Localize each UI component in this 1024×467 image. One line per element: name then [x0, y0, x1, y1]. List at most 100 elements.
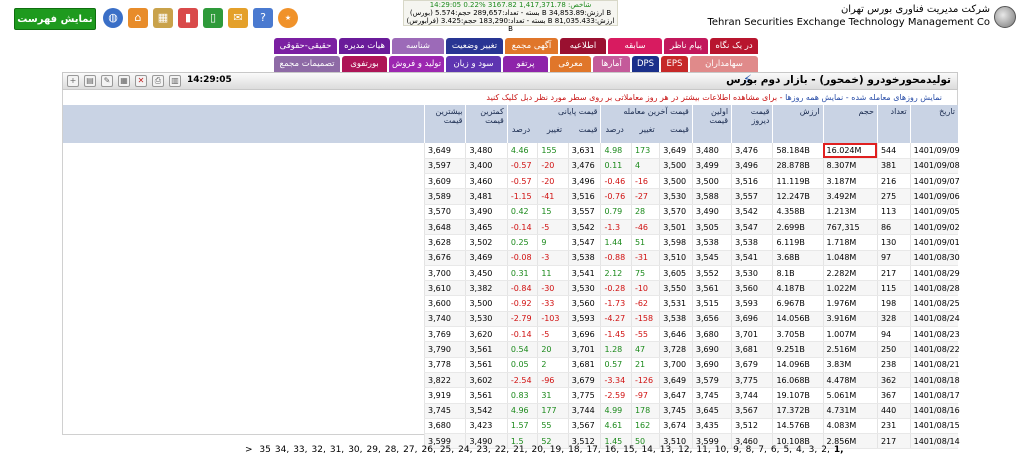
pager-page[interactable]: 14, — [641, 445, 655, 455]
excel-icon[interactable]: ▦ — [118, 75, 130, 87]
pager-page[interactable]: 5, — [783, 445, 792, 455]
table-row[interactable]: 1401/09/09 544 16.024M 58.184B 3,476 3,480 3,6… — [423, 143, 960, 159]
pager-page[interactable]: 12, — [678, 445, 692, 455]
pager-page[interactable]: 13, — [660, 445, 674, 455]
pager-page[interactable]: 1, — [834, 445, 844, 455]
col-max[interactable]: بیشترین قیمت — [423, 105, 466, 143]
pager-page[interactable]: 4, — [796, 445, 805, 455]
tab-announcement[interactable]: اطلاعیه — [560, 38, 606, 54]
pager-page[interactable]: 29, — [367, 445, 381, 455]
pager-page[interactable]: 28, — [385, 445, 399, 455]
pager-page[interactable]: 15, — [623, 445, 637, 455]
col-count[interactable]: تعداد — [876, 105, 911, 143]
new-badge-icon[interactable]: ★ — [278, 8, 298, 28]
home-icon[interactable]: ⌂ — [128, 8, 148, 28]
pager-page[interactable]: 26, — [422, 445, 436, 455]
col-volume[interactable]: حجم — [822, 105, 878, 143]
print-icon[interactable]: ⎙ — [152, 75, 164, 87]
table-row[interactable]: 1401/08/24 328 3.916M 14.056B 3,696 3,656 3,53… — [423, 311, 960, 328]
add-icon[interactable]: + — [67, 75, 79, 87]
tab-history[interactable]: سابقه — [608, 38, 662, 54]
table-row[interactable]: 1401/08/30 97 1.048M 3.68B 3,541 3,545 3,510 -3… — [423, 250, 960, 266]
col-value[interactable]: ارزش — [772, 105, 824, 143]
pager-page[interactable]: 27, — [403, 445, 417, 455]
table-row[interactable]: 1401/08/29 217 2.282M 8.1B 3,530 3,552 3,605 75… — [423, 265, 960, 282]
close-price-header[interactable]: قیمت — [579, 125, 598, 134]
table-row[interactable]: 1401/08/25 198 1.976M 6.967B 3,593 3,515 3,531… — [423, 295, 960, 312]
table-row[interactable]: 1401/09/06 275 3.492M 12.247B 3,557 3,588 3,53… — [423, 188, 960, 205]
tab-meeting-notice[interactable]: آگهی مجمع — [505, 38, 558, 54]
table-row[interactable]: 1401/09/07 216 3.187M 11.119B 3,516 3,500 3,50… — [423, 173, 960, 190]
pager-page[interactable]: 22, — [495, 445, 509, 455]
pager-page[interactable]: 18, — [568, 445, 582, 455]
col-yesterday[interactable]: قیمت دیروز — [731, 105, 773, 143]
chat-icon[interactable]: ✉ — [228, 8, 248, 28]
pager-page[interactable]: 31, — [330, 445, 344, 455]
col-min[interactable]: کمترین قیمت — [465, 105, 508, 143]
table-row[interactable]: 1401/08/18 362 4.478M 16.068B 3,775 3,579 3,64… — [423, 372, 960, 389]
tab-production-sales[interactable]: تولید و فروش — [389, 56, 444, 72]
tab-eps[interactable]: EPS — [661, 56, 688, 72]
col-date[interactable]: تاریخ — [909, 105, 958, 143]
tab-introduction[interactable]: معرفی — [550, 56, 591, 72]
tab-status-change[interactable]: تغییر وضعیت — [446, 38, 503, 54]
pager-page[interactable]: 16, — [605, 445, 619, 455]
pager-page[interactable]: 3, — [809, 445, 818, 455]
pager-page[interactable]: 2, — [821, 445, 830, 455]
pager-page[interactable]: 8, — [746, 445, 755, 455]
pager-page[interactable]: 23, — [476, 445, 490, 455]
copy-icon[interactable]: ▤ — [84, 75, 96, 87]
tab-individual-legal[interactable]: حقیقی-حقوقی — [274, 38, 337, 54]
grid-icon[interactable]: ▦ — [153, 8, 173, 28]
globe-icon[interactable]: ◍ — [103, 8, 123, 28]
pager-page[interactable]: 11, — [696, 445, 710, 455]
table-row[interactable]: 1401/08/15 231 4.083M 14.576B 3,512 3,435 3,67… — [423, 418, 960, 435]
pager-page[interactable]: 25, — [440, 445, 454, 455]
tab-dps[interactable]: DPS — [632, 56, 659, 72]
books-icon[interactable]: ▯ — [203, 8, 223, 28]
tab-profit-loss[interactable]: سود و زیان — [446, 56, 501, 72]
pager-page[interactable]: 17, — [586, 445, 600, 455]
pager-next[interactable]: > — [245, 445, 253, 455]
table-row[interactable]: 1401/08/22 250 2.516M 9.251B 3,681 3,690 3,728… — [423, 341, 960, 358]
table-row[interactable]: 1401/09/02 86 767,315 2.699B 3,547 3,505 3,501… — [423, 219, 960, 236]
pager-page[interactable]: 20, — [531, 445, 545, 455]
pager-page[interactable]: 30, — [348, 445, 362, 455]
chart-icon[interactable]: ▮ — [178, 8, 198, 28]
last-pct-header[interactable]: درصد — [605, 125, 623, 134]
pager-page[interactable]: 6, — [771, 445, 780, 455]
close-change-header[interactable]: تغییر — [547, 125, 562, 134]
tab-meeting-decisions[interactable]: تصمیمات مجمع — [274, 56, 340, 72]
close-pct-header[interactable]: درصد — [512, 125, 530, 134]
pager-page[interactable]: 9, — [733, 445, 742, 455]
show-traded-days-link[interactable]: نمایش روزهای معامله شده — [851, 93, 942, 102]
pager-page[interactable]: 10, — [715, 445, 729, 455]
help-icon[interactable]: ? — [253, 8, 273, 28]
pager-page[interactable]: 32, — [312, 445, 326, 455]
tab-statistics[interactable]: آمارها — [593, 56, 630, 72]
table-row[interactable]: 1401/08/21 238 3.83M 14.096B 3,679 3,690 3,700… — [423, 357, 960, 373]
last-change-header[interactable]: تغییر — [639, 125, 654, 134]
pager-page[interactable]: 35 — [259, 445, 270, 455]
pager-page[interactable]: 7, — [758, 445, 767, 455]
edit-icon[interactable]: ✎ — [101, 75, 113, 87]
table-row[interactable]: 1401/08/17 367 5.061M 19.107B 3,744 3,745 3,64… — [423, 387, 960, 404]
tab-supervisor-message[interactable]: پیام ناظر — [664, 38, 708, 54]
show-list-button[interactable]: نمایش فهرست — [14, 8, 96, 30]
bar-chart-icon[interactable]: ▥ — [169, 75, 181, 87]
pager-page[interactable]: 21, — [513, 445, 527, 455]
table-row[interactable]: 1401/09/01 130 1.718M 6.119B 3,538 3,538 3,598… — [423, 234, 960, 251]
table-row[interactable]: 1401/09/08 381 8.307M 28.878B 3,496 3,499 3,50… — [423, 158, 960, 175]
table-row[interactable]: 1401/08/28 115 1.022M 4.187B 3,560 3,561 3,550… — [423, 280, 960, 297]
table-row[interactable]: 1401/08/16 440 4.731M 17.372B 3,567 3,645 3,74… — [423, 403, 960, 419]
tab-shareholders[interactable]: سهامداران — [690, 56, 758, 72]
show-all-days-link[interactable]: نمایش همه روزها — [785, 93, 843, 102]
pager-page[interactable]: 19, — [550, 445, 564, 455]
tab-portfolio[interactable]: پرتفو — [503, 56, 548, 72]
tab-at-a-glance[interactable]: در یک نگاه — [710, 38, 758, 54]
tab-identifier[interactable]: شناسه — [392, 38, 444, 54]
table-row[interactable]: 1401/09/05 113 1.213M 4.358B 3,542 3,490 3,570… — [423, 204, 960, 220]
tools-icon[interactable]: ✕ — [135, 75, 147, 87]
pager-page[interactable]: 24, — [458, 445, 472, 455]
pager-page[interactable]: 34, — [275, 445, 289, 455]
